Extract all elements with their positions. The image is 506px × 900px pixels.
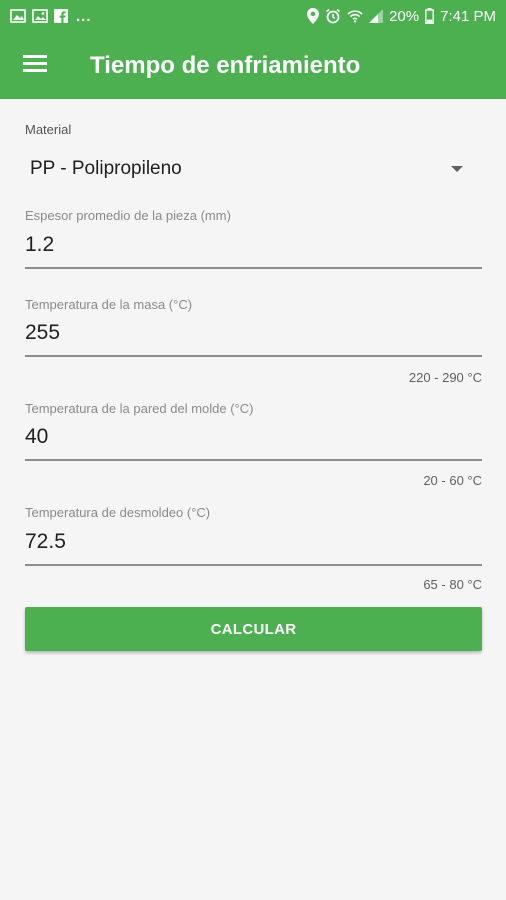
- battery-icon: [425, 8, 435, 24]
- temp-masa-input[interactable]: 255: [25, 313, 482, 357]
- gallery-icon: [32, 9, 48, 23]
- temp-desmoldeo-input[interactable]: 72.5: [25, 522, 482, 566]
- wifi-icon: [347, 9, 363, 23]
- temp-pared-range: 20 - 60 °C: [423, 473, 482, 488]
- temp-masa-value: 255: [25, 321, 61, 344]
- page-title: Tiempo de enfriamiento: [90, 51, 361, 79]
- system-icons: 20% 7:41 PM: [307, 8, 496, 25]
- app-bar: Tiempo de enfriamiento: [0, 32, 506, 99]
- temp-masa-underline: [25, 355, 482, 357]
- material-dropdown[interactable]: PP - Polipropileno: [25, 149, 482, 189]
- temp-pared-value: 40: [25, 425, 49, 448]
- espesor-input[interactable]: 1.2: [25, 225, 482, 269]
- calculate-button[interactable]: CALCULAR: [25, 607, 482, 651]
- battery-percent: 20%: [389, 7, 420, 25]
- hamburger-menu-icon: [23, 54, 47, 77]
- material-selected-value: PP - Polipropileno: [30, 158, 182, 179]
- notification-overflow: ...: [76, 7, 92, 25]
- espesor-underline: [25, 267, 482, 269]
- image-icon: [10, 9, 26, 23]
- espesor-value: 1.2: [25, 233, 55, 256]
- temp-desmoldeo-range: 65 - 80 °C: [423, 577, 482, 592]
- temp-pared-underline: [25, 459, 482, 461]
- temp-masa-label: Temperatura de la masa (°C): [25, 297, 193, 312]
- temp-desmoldeo-label: Temperatura de desmoldeo (°C): [25, 505, 211, 520]
- clock: 7:41 PM: [440, 7, 496, 25]
- temp-desmoldeo-value: 72.5: [25, 530, 66, 553]
- temp-desmoldeo-underline: [25, 564, 482, 566]
- temp-pared-input[interactable]: 40: [25, 417, 482, 461]
- espesor-label: Espesor promedio de la pieza (mm): [25, 208, 231, 223]
- alarm-icon: [325, 8, 341, 24]
- menu-button[interactable]: [0, 32, 70, 99]
- material-label: Material: [25, 122, 72, 137]
- status-bar: ... 20% 7:41 PM: [0, 0, 506, 32]
- facebook-icon: [54, 9, 68, 23]
- temp-pared-label: Temperatura de la pared del molde (°C): [25, 401, 254, 416]
- location-icon: [307, 8, 320, 24]
- dropdown-arrow-icon: [451, 166, 463, 172]
- signal-icon: [369, 9, 384, 23]
- notification-icons: ...: [10, 8, 92, 25]
- temp-masa-range: 220 - 290 °C: [408, 370, 482, 385]
